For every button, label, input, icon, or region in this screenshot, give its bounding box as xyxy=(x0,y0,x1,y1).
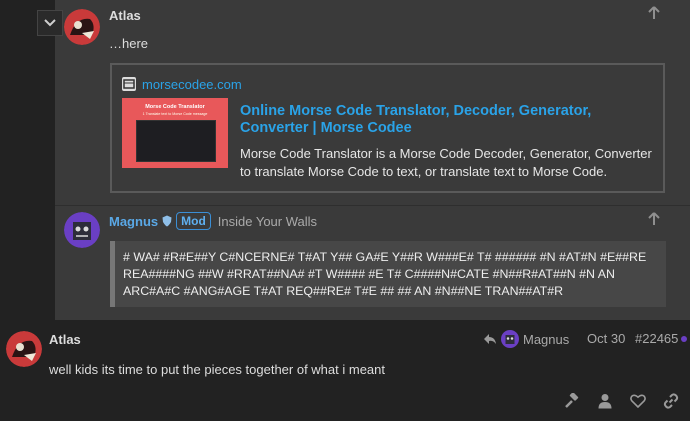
arrow-up-icon[interactable] xyxy=(648,212,660,229)
quote-author-name[interactable]: Atlas xyxy=(109,8,141,23)
preview-title-link[interactable]: Online Morse Code Translator, Decoder, G… xyxy=(240,103,655,137)
share-link-button[interactable] xyxy=(660,390,682,412)
heart-icon xyxy=(630,394,646,408)
user-title: Inside Your Walls xyxy=(217,213,318,229)
user-card-button[interactable] xyxy=(594,390,616,412)
site-favicon-icon xyxy=(122,77,136,91)
user-icon xyxy=(598,394,612,409)
arrow-up-icon[interactable] xyxy=(648,6,660,23)
nested-blockquote: # WA# #R#E##Y C#NCERNE# T#AT Y## GA#E Y#… xyxy=(110,241,666,307)
thumb-screenshot xyxy=(136,120,216,162)
post-date[interactable]: Oct 30 xyxy=(587,331,625,346)
preview-domain-link[interactable]: morsecodee.com xyxy=(142,77,242,92)
reply-to-link[interactable]: Magnus xyxy=(483,330,569,348)
avatar[interactable] xyxy=(64,212,100,248)
link-preview-card[interactable]: morsecodee.com Morse Code Translator 1 T… xyxy=(110,63,665,193)
shield-icon xyxy=(162,215,172,227)
reply-author-meta: Magnus Mod Inside Your Walls xyxy=(109,212,317,230)
thumb-title: Morse Code Translator xyxy=(145,104,205,110)
preview-thumbnail[interactable]: Morse Code Translator 1 Translate text t… xyxy=(122,98,228,168)
chevron-down-icon xyxy=(44,19,56,27)
like-button[interactable] xyxy=(627,390,649,412)
reply-arrow-icon xyxy=(484,334,496,344)
post-number[interactable]: #22465 xyxy=(635,331,678,346)
quote-body-text: …here xyxy=(109,36,149,51)
collapse-quote-button[interactable] xyxy=(37,10,63,36)
moderator-badge[interactable]: Mod xyxy=(176,212,211,230)
post-body-text: well kids its time to put the pieces tog… xyxy=(49,362,386,377)
atlas-avatar-image xyxy=(6,331,42,367)
link-icon xyxy=(663,393,679,409)
reply-to-avatar xyxy=(501,330,519,348)
reply-to-name: Magnus xyxy=(523,331,570,347)
thumb-subtitle: 1 Translate text to Morse Code message xyxy=(142,112,208,116)
moderation-button[interactable] xyxy=(561,390,583,412)
preview-description: Morse Code Translator is a Morse Code De… xyxy=(240,146,652,179)
avatar[interactable] xyxy=(6,331,42,367)
unread-dot xyxy=(681,336,687,342)
hammer-icon xyxy=(565,393,579,408)
magnus-avatar-image xyxy=(64,212,100,248)
avatar[interactable] xyxy=(64,9,100,45)
atlas-avatar-image xyxy=(64,9,100,45)
post-author-name[interactable]: Atlas xyxy=(49,332,81,347)
blockquote-text: # WA# #R#E##Y C#NCERNE# T#AT Y## GA#E Y#… xyxy=(123,250,647,298)
divider xyxy=(55,205,690,206)
reply-author-name[interactable]: Magnus xyxy=(109,214,158,229)
